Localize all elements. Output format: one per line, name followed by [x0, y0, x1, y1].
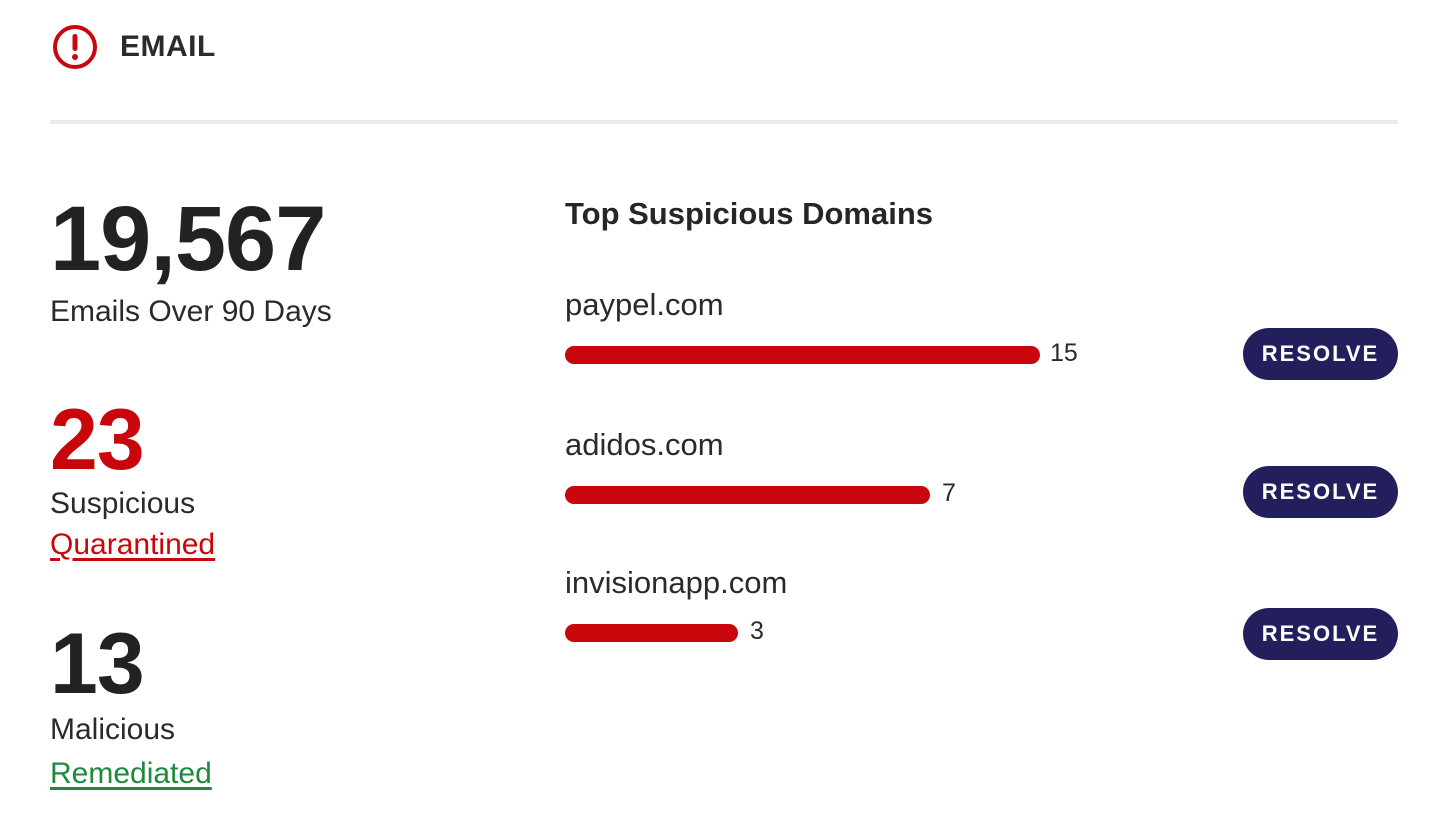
malicious-count: 13 — [50, 616, 145, 712]
resolve-button[interactable]: RESOLVE — [1243, 466, 1398, 518]
malicious-label: Malicious — [50, 713, 176, 746]
section-header: EMAIL — [52, 24, 216, 70]
domain-bar-track: 15 — [565, 341, 1205, 366]
domain-bar-track: 7 — [565, 481, 1205, 506]
domain-name: invisionapp.com — [565, 565, 788, 600]
resolve-button[interactable]: RESOLVE — [1243, 328, 1398, 380]
domain-bar-track: 3 — [565, 619, 1205, 644]
header-divider — [50, 120, 1398, 124]
quarantined-link[interactable]: Quarantined — [50, 528, 215, 561]
resolve-button[interactable]: RESOLVE — [1243, 608, 1398, 660]
domain-count-value: 3 — [750, 617, 764, 645]
domain-name: paypel.com — [565, 287, 724, 322]
domain-row: paypel.com 15 RESOLVE — [565, 287, 1398, 398]
domain-count-value: 15 — [1050, 339, 1078, 367]
domain-count-value: 7 — [942, 479, 956, 507]
section-title: EMAIL — [120, 30, 216, 63]
total-emails-label: Emails Over 90 Days — [50, 295, 332, 328]
domain-count-bar — [565, 624, 738, 642]
alert-circle-icon — [52, 24, 98, 70]
domain-row: invisionapp.com 3 RESOLVE — [565, 565, 1398, 676]
top-domains-title: Top Suspicious Domains — [565, 196, 934, 231]
suspicious-label: Suspicious — [50, 487, 196, 520]
domain-name: adidos.com — [565, 427, 724, 462]
domain-count-bar — [565, 346, 1040, 364]
suspicious-count: 23 — [50, 392, 145, 488]
total-emails-count: 19,567 — [50, 188, 326, 290]
domain-count-bar — [565, 486, 930, 504]
domain-row: adidos.com 7 RESOLVE — [565, 427, 1398, 538]
remediated-link[interactable]: Remediated — [50, 757, 212, 790]
